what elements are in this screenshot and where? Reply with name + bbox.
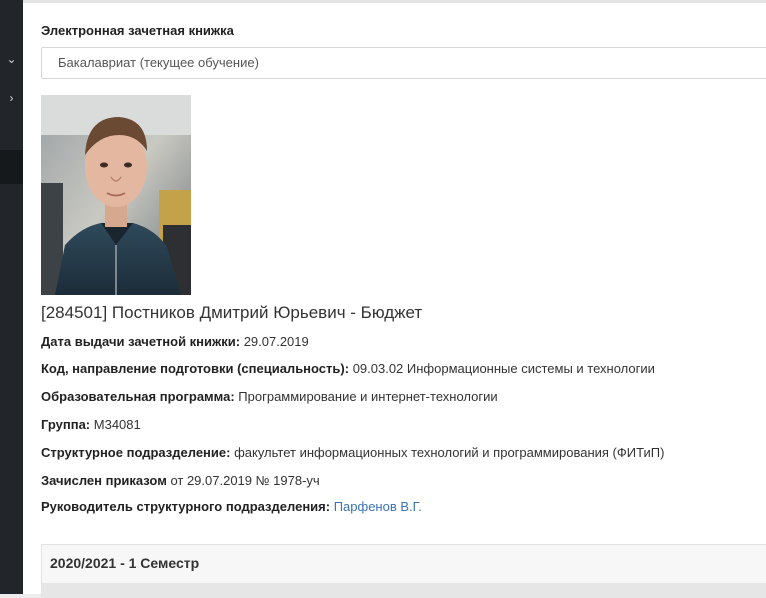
info-value: от 29.07.2019 № 1978-уч: [170, 473, 320, 488]
info-label: Зачислен приказом: [41, 473, 167, 488]
info-value: 09.03.02 Информационные системы и технол…: [352, 361, 655, 376]
info-label: Структурное подразделение:: [41, 445, 231, 460]
program-select[interactable]: Бакалавриат (текущее обучение): [41, 47, 766, 79]
info-label: Руководитель структурного подразделения:: [41, 499, 331, 514]
section-title: Электронная зачетная книжка: [41, 23, 234, 38]
info-value: факультет информационных технологий и пр…: [234, 445, 665, 460]
sidebar: ⌄ ›: [0, 0, 23, 594]
chevron-right-icon[interactable]: ›: [0, 84, 23, 112]
info-label: Код, направление подготовки (специальнос…: [41, 361, 350, 376]
chevron-down-icon[interactable]: ⌄: [0, 45, 23, 73]
info-row-issue-date: Дата выдачи зачетной книжки: 29.07.2019: [41, 334, 309, 349]
info-row-program: Образовательная программа: Программирова…: [41, 389, 498, 404]
student-heading: [284501] Постников Дмитрий Юрьевич - Бюд…: [41, 303, 423, 322]
student-photo: [41, 95, 191, 295]
semester-table-header: [42, 583, 766, 598]
info-label: Группа:: [41, 417, 91, 432]
info-value: 29.07.2019: [243, 334, 309, 349]
info-value: M34081: [93, 417, 141, 432]
sidebar-item-active[interactable]: [0, 150, 23, 184]
semester-panel[interactable]: 2020/2021 - 1 Семестр: [41, 544, 766, 598]
info-row-department-head: Руководитель структурного подразделения:…: [41, 499, 422, 514]
info-row-department: Структурное подразделение: факультет инф…: [41, 445, 664, 460]
info-row-enrollment-order: Зачислен приказом от 29.07.2019 № 1978-у…: [41, 473, 320, 488]
info-row-specialty: Код, направление подготовки (специальнос…: [41, 361, 655, 376]
record-book-panel: Электронная зачетная книжка Бакалавриат …: [23, 0, 766, 598]
info-value: Программирование и интернет-технологии: [238, 389, 498, 404]
info-label: Дата выдачи зачетной книжки:: [41, 334, 241, 349]
semester-title[interactable]: 2020/2021 - 1 Семестр: [50, 555, 199, 571]
info-row-group: Группа: M34081: [41, 417, 141, 432]
info-label: Образовательная программа:: [41, 389, 235, 404]
department-head-link[interactable]: Парфенов В.Г.: [334, 499, 422, 514]
